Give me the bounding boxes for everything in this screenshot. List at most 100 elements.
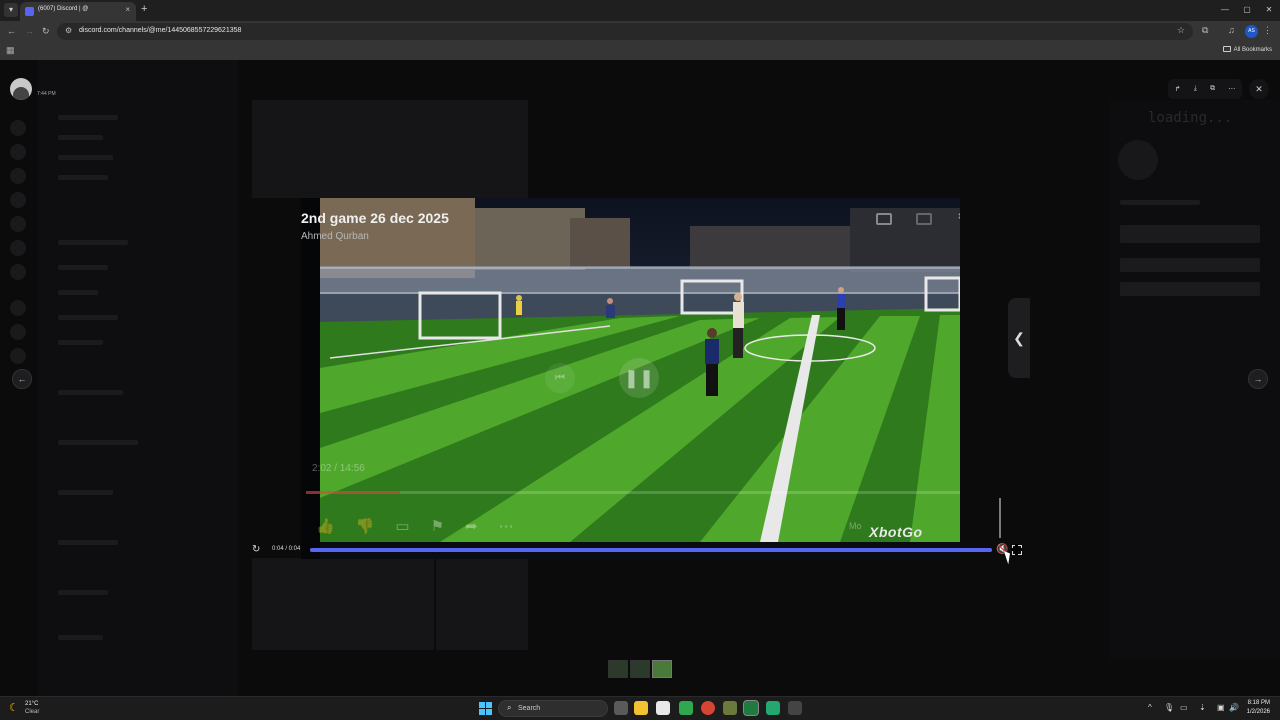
dm-list-item	[58, 135, 103, 140]
server-icon	[10, 120, 26, 136]
tab-close-icon[interactable]: ×	[125, 5, 130, 14]
side-panel-toggle[interactable]: ❮	[1008, 298, 1030, 378]
media-thumbnail[interactable]	[652, 660, 672, 678]
app-icon[interactable]	[723, 701, 737, 715]
server-icon	[10, 216, 26, 232]
extensions-icon[interactable]: ⧉	[1202, 25, 1208, 36]
viewer-toolbar: ↱ ⤓ ⧉ ⋯	[1168, 79, 1242, 99]
network-icon[interactable]: ▣	[1217, 702, 1225, 714]
clock-time[interactable]: 8:18 PM	[1248, 700, 1270, 706]
save-icon: ⚑	[430, 518, 445, 535]
open-external-icon[interactable]: ⧉	[1210, 85, 1215, 93]
avatar	[10, 78, 32, 100]
server-icon	[10, 264, 26, 280]
profile-avatar[interactable]: AS	[1245, 25, 1258, 38]
seek-bar-fill	[310, 548, 992, 552]
dm-list-item	[58, 590, 108, 595]
server-icon	[10, 144, 26, 160]
server-icon	[10, 300, 26, 316]
dm-list-item	[58, 290, 98, 295]
xbotgo-watermark: XbotGo	[869, 524, 923, 540]
search-placeholder: Search	[518, 705, 541, 712]
address-bar[interactable]: ⚙ discord.com/channels/@me/1445068557229…	[57, 23, 1193, 40]
server-icon	[10, 168, 26, 184]
captions-icon	[916, 213, 932, 225]
more-options-icon[interactable]: ⋯	[1228, 85, 1235, 93]
apps-grid-icon[interactable]: ▦	[6, 45, 15, 56]
seek-bar[interactable]	[310, 548, 992, 552]
new-tab-button[interactable]: +	[141, 3, 147, 15]
dm-list-item	[58, 635, 103, 640]
server-icon	[10, 348, 26, 364]
dm-list-item	[58, 490, 113, 495]
embedded-time-display: 2:02 / 14:56	[312, 463, 365, 474]
chatgpt-icon[interactable]	[766, 701, 780, 715]
comment-icon: ▭	[395, 518, 410, 535]
video-title: 2nd game 26 dec 2025	[301, 210, 449, 226]
profile-card	[1120, 225, 1260, 243]
chrome-menu-icon[interactable]: ⋮	[1263, 25, 1272, 36]
back-arrow-icon[interactable]: ←	[7, 25, 16, 37]
chrome-icon[interactable]	[701, 701, 715, 715]
folder-icon	[1222, 46, 1231, 52]
dm-list-item	[58, 315, 118, 320]
weather-description[interactable]: Clear	[25, 709, 39, 715]
url-text: discord.com/channels/@me/144506855722962…	[79, 27, 242, 34]
media-thumbnail-strip	[608, 660, 672, 678]
fullscreen-icon[interactable]	[1011, 544, 1022, 555]
weather-temperature[interactable]: 21°C	[25, 701, 38, 707]
bookmark-star-icon[interactable]: ☆	[1177, 25, 1185, 36]
media-thumbnail[interactable]	[630, 660, 650, 678]
download-icon[interactable]: ⤓	[1194, 85, 1197, 93]
share-icon: ➦	[465, 518, 478, 535]
close-viewer-button[interactable]: ✕	[1249, 79, 1269, 99]
server-icon	[10, 240, 26, 256]
tab-search-button[interactable]: ▾	[4, 3, 18, 17]
dm-list-item	[58, 340, 103, 345]
loading-text: loading...	[1148, 110, 1233, 126]
microphone-icon[interactable]: 🎙	[1164, 702, 1174, 714]
forward-arrow-icon[interactable]: →	[25, 25, 34, 37]
cloud-icon[interactable]: ⇣	[1199, 702, 1206, 714]
site-info-icon[interactable]: ⚙	[65, 26, 72, 35]
task-view-icon[interactable]	[614, 701, 628, 715]
forward-icon[interactable]: ↱	[1175, 85, 1181, 93]
all-bookmarks-button[interactable]: All Bookmarks	[1222, 46, 1272, 53]
windows-taskbar: ☾ 21°C Clear ⌕ Search ^ 🎙 ▭ ⇣ ▣ 🔊 8:18 P…	[0, 696, 1280, 720]
minimize-button[interactable]: —	[1214, 0, 1236, 21]
cast-icon	[876, 213, 892, 225]
dm-list-item	[58, 440, 138, 445]
replay-icon[interactable]: ↻	[252, 543, 260, 557]
browser-tab-discord[interactable]: (6007) Discord | @ ×	[20, 2, 136, 21]
volume-slider[interactable]	[999, 498, 1001, 538]
clock-date[interactable]: 1/2/2026	[1247, 709, 1270, 715]
embedded-action-row: 👍 👎 ▭ ⚑ ➦ ⋯	[316, 518, 514, 536]
discord-favicon-icon	[25, 7, 34, 16]
media-thumbnail[interactable]	[608, 660, 628, 678]
restore-button[interactable]: ▢	[1236, 0, 1258, 21]
dm-list-item	[58, 155, 113, 160]
volume-icon[interactable]: 🔊	[1229, 702, 1239, 714]
server-icon	[10, 324, 26, 340]
xbox-icon[interactable]	[679, 701, 693, 715]
dm-list-item	[58, 390, 123, 395]
tray-overflow-icon[interactable]: ^	[1148, 702, 1152, 714]
excel-icon[interactable]	[743, 700, 759, 716]
close-window-button[interactable]: ✕	[1258, 0, 1280, 21]
tab-title: (6007) Discord | @	[38, 6, 89, 12]
windows-start-button[interactable]	[479, 702, 492, 715]
media-control-icon[interactable]: ♫	[1228, 25, 1235, 35]
weather-moon-icon[interactable]: ☾	[9, 702, 19, 714]
taskbar-search[interactable]: ⌕ Search	[498, 700, 608, 717]
reload-icon[interactable]: ↻	[42, 25, 50, 37]
previous-media-button[interactable]: ←	[12, 369, 32, 389]
window-controls: — ▢ ✕	[1214, 0, 1280, 21]
next-media-button[interactable]: →	[1248, 369, 1268, 389]
store-icon[interactable]	[656, 701, 670, 715]
previous-overlay-icon: ⏮	[545, 363, 575, 393]
tray-app-icon[interactable]: ▭	[1180, 702, 1188, 714]
video-frame[interactable]: 2nd game 26 dec 2025 Ahmed Qurban ⚙ ⏮ ❚❚…	[301, 198, 960, 559]
terminal-icon[interactable]	[788, 701, 802, 715]
file-explorer-icon[interactable]	[634, 701, 648, 715]
dm-list-item	[58, 240, 128, 245]
